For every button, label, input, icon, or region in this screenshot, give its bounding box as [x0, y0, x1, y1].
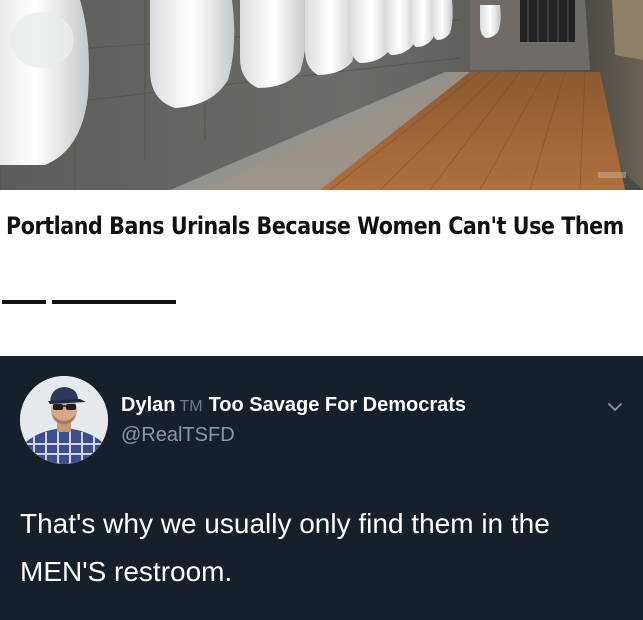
- avatar[interactable]: [20, 376, 108, 464]
- headline-divider-long: [52, 300, 176, 304]
- restroom-photo: [0, 0, 643, 190]
- article-headline[interactable]: Portland Bans Urinals Because Women Can'…: [6, 208, 638, 244]
- trademark-label: TM: [179, 398, 203, 415]
- headline-divider-short: [2, 300, 46, 304]
- article-headline-area: Portland Bans Urinals Because Women Can'…: [0, 190, 643, 356]
- display-name-suffix: Too Savage For Democrats: [208, 394, 467, 416]
- chevron-down-icon[interactable]: [604, 396, 626, 418]
- tweet-card: Dylan TM Too Savage For Democrats @RealTSF…: [0, 356, 643, 620]
- display-name: Dylan: [121, 394, 176, 416]
- tweet-author-handle[interactable]: @RealTSFD: [121, 422, 235, 448]
- tweet-author-name[interactable]: Dylan TM Too Savage For Democrats: [121, 392, 466, 420]
- meme-page: Portland Bans Urinals Because Women Can'…: [0, 0, 643, 620]
- tweet-text: That's why we usually only find them in …: [20, 508, 550, 587]
